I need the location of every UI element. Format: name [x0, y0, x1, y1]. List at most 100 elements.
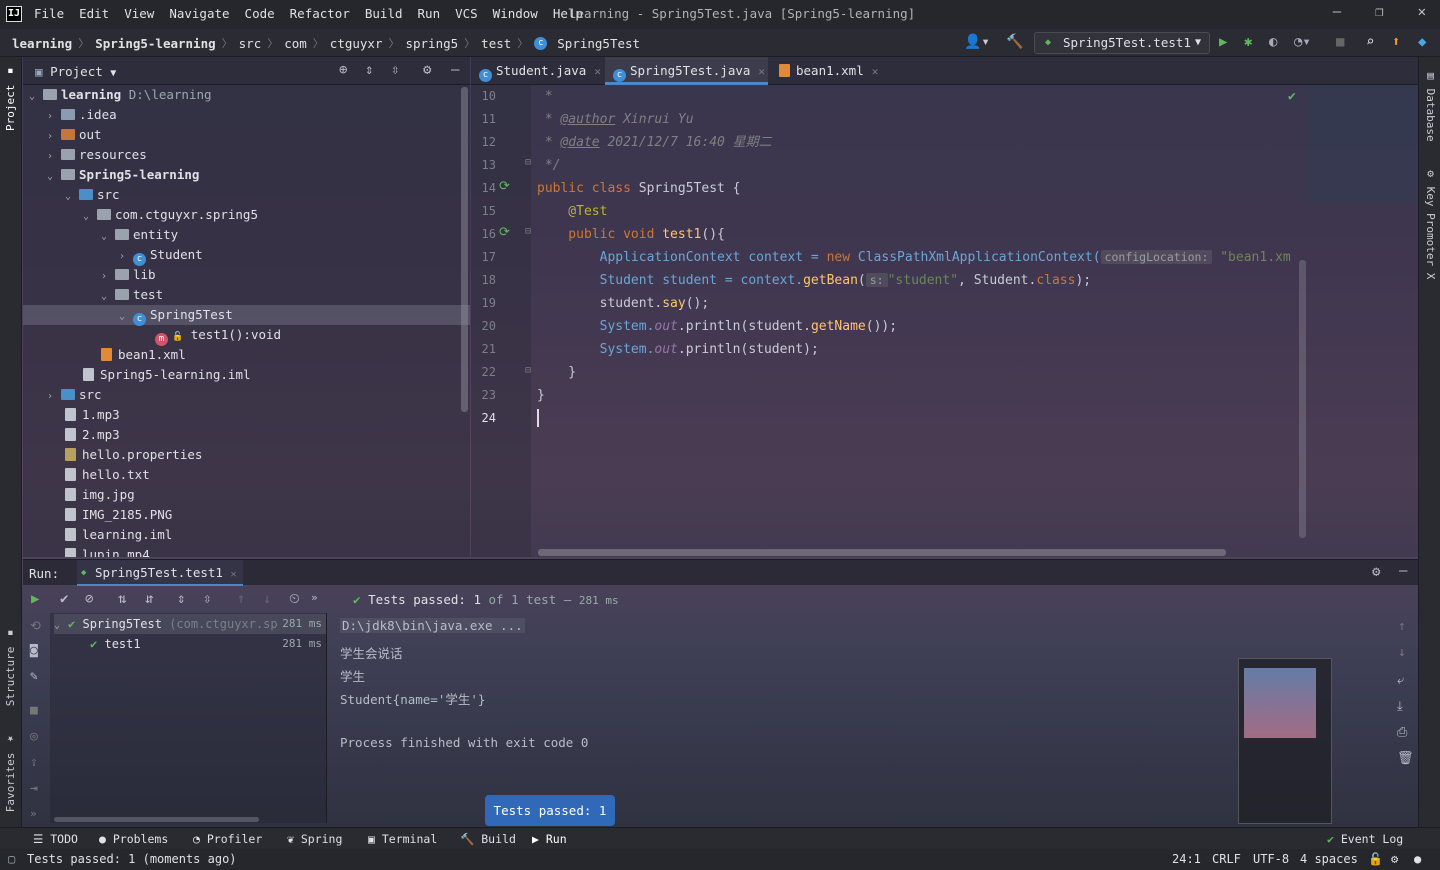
tab-student-java[interactable]: c Student.java ✕ [471, 57, 603, 85]
tree-node-module-iml[interactable]: Spring5-learning.iml [83, 365, 251, 385]
wrench-icon[interactable]: ✎ [30, 669, 38, 684]
indent-setting[interactable]: 4 spaces [1300, 852, 1358, 866]
trash-icon[interactable]: 🗑 [1397, 751, 1414, 766]
sort-alpha-icon[interactable]: ⇅ [118, 591, 126, 607]
export-icon[interactable]: ⇪ [30, 755, 38, 770]
collapse-all-icon[interactable]: ⇳ [203, 591, 211, 607]
print-icon[interactable]: ⎙ [1397, 725, 1407, 740]
show-passed-icon[interactable]: ✔ [60, 591, 68, 607]
run-icon[interactable]: ▶ [1219, 34, 1227, 50]
event-log-button[interactable]: ✔ Event Log [1327, 832, 1403, 846]
run-tool-button[interactable]: ▶ Run [532, 832, 567, 846]
editor-horizontal-scrollbar[interactable] [538, 549, 1226, 556]
key-promoter-tool-tab[interactable]: ⚙ Key Promoter X [1424, 167, 1437, 279]
caret-position[interactable]: 24:1 [1172, 852, 1201, 866]
tree-node-learning[interactable]: ⌄ learning D:\learning [29, 85, 212, 105]
menu-refactor[interactable]: Refactor [290, 6, 350, 21]
run-configuration-select[interactable]: ◆ Spring5Test.test1 ▼ [1034, 32, 1210, 54]
tree-node-test1[interactable]: m 🔓 test1():void [155, 325, 281, 346]
structure-tool-tab[interactable]: Structure ▪ [4, 627, 17, 706]
tree-node-spring5test[interactable]: ⌄ c Spring5Test [119, 305, 233, 326]
build-hammer-icon[interactable]: 🔨 [1006, 34, 1023, 50]
profiler-tool-button[interactable]: ◔ Profiler [193, 832, 262, 846]
menu-window[interactable]: Window [493, 6, 538, 21]
favorites-tool-tab[interactable]: Favorites ★ [4, 733, 17, 812]
coverage-icon[interactable]: ◐ [1269, 34, 1277, 50]
close-icon[interactable]: ✕ [230, 569, 236, 580]
stop-icon[interactable]: ■ [30, 703, 38, 718]
tree-node-2-mp3[interactable]: 2.mp3 [65, 425, 120, 445]
search-icon[interactable]: ⌕ [1366, 34, 1374, 50]
hide-icon[interactable]: — [451, 62, 459, 78]
spring-tool-button[interactable]: ❦ Spring [287, 832, 342, 846]
gear-icon[interactable]: ⚙ [1372, 564, 1380, 580]
tree-node-src-root[interactable]: › src [47, 385, 102, 405]
tree-node-idea[interactable]: › .idea [47, 105, 117, 125]
tree-node-lupin-mp4[interactable]: lupin.mp4 [65, 545, 150, 557]
debug-icon[interactable]: ✱ [1244, 34, 1252, 50]
history-icon[interactable]: ⏲ [289, 591, 300, 607]
project-view-selector[interactable]: ▣ Project ▼ [35, 64, 116, 79]
vcs-user-icon[interactable]: 👤▾ [964, 34, 990, 50]
restore-icon[interactable]: ❐ [1375, 4, 1383, 20]
sort-duration-icon[interactable]: ⇵ [145, 591, 153, 607]
memory-indicator-icon[interactable]: ⚙ [1391, 852, 1398, 866]
breadcrumb-spring5-learning[interactable]: Spring5-learning [95, 36, 215, 51]
pin-icon[interactable]: ⟲ [30, 619, 41, 634]
menu-run[interactable]: Run [418, 6, 441, 21]
expand-all-icon[interactable]: ⇕ [177, 591, 185, 607]
editor-vertical-scrollbar[interactable] [1299, 260, 1306, 538]
close-icon[interactable]: ✕ [1418, 4, 1426, 20]
menu-code[interactable]: Code [245, 6, 275, 21]
tab-spring5test-java[interactable]: c Spring5Test.java ✕ [605, 57, 768, 85]
previous-failed-icon[interactable]: ↑ [237, 591, 245, 607]
test-tree-scrollbar[interactable] [54, 817, 259, 822]
project-tool-tab[interactable]: Project ▪ [4, 65, 17, 131]
line-separator[interactable]: CRLF [1212, 852, 1241, 866]
run-tab[interactable]: ◆ Spring5Test.test1 ✕ [77, 560, 243, 586]
close-icon[interactable]: ✕ [872, 65, 879, 78]
breadcrumb-ctguyxr[interactable]: ctguyxr [330, 36, 383, 51]
soft-wrap-icon[interactable]: ⤶ [1397, 673, 1404, 688]
file-encoding[interactable]: UTF-8 [1253, 852, 1289, 866]
show-ignored-icon[interactable]: ⊘ [85, 591, 93, 607]
tree-node-resources[interactable]: › resources [47, 145, 147, 165]
exit-icon[interactable]: ⇥ [30, 781, 38, 796]
scroll-to-end-icon[interactable]: ⤓ [1397, 699, 1403, 714]
tab-bean1-xml[interactable]: bean1.xml ✕ [771, 57, 881, 85]
breadcrumb-test[interactable]: test [481, 36, 511, 51]
profile-icon[interactable]: ◔▾ [1294, 34, 1311, 50]
status-toggle-icon[interactable]: ▢ [8, 852, 15, 866]
run-test-icon[interactable]: ⟳ [499, 225, 510, 240]
tree-node-package[interactable]: ⌄ com.ctguyxr.spring5 [83, 205, 258, 225]
expand-all-icon[interactable]: ⇕ [365, 62, 373, 78]
tree-node-bean1-xml[interactable]: bean1.xml [101, 345, 186, 365]
test-suite-row[interactable]: ⌄ ✔ Spring5Test (com.ctguyxr.sp 281 ms [54, 614, 326, 634]
tree-node-hello-properties[interactable]: hello.properties [65, 445, 202, 465]
dump-threads-icon[interactable]: ◎ [30, 729, 38, 744]
update-icon[interactable]: ⬆ [1392, 34, 1400, 50]
menu-build[interactable]: Build [365, 6, 403, 21]
menu-edit[interactable]: Edit [79, 6, 109, 21]
tree-node-img-png[interactable]: IMG_2185.PNG [65, 505, 172, 525]
project-tree-scrollbar[interactable] [461, 87, 468, 412]
close-icon[interactable]: ✕ [594, 65, 601, 78]
tree-node-student[interactable]: › c Student [119, 245, 203, 266]
tree-node-lib[interactable]: › lib [101, 265, 156, 285]
todo-tool-button[interactable]: ☰ TODO [33, 832, 78, 846]
tree-node-spring5-learning[interactable]: ⌄ Spring5-learning [47, 165, 199, 185]
collapse-all-icon[interactable]: ⇳ [391, 62, 399, 78]
breadcrumb-com[interactable]: com [284, 36, 307, 51]
tree-node-test[interactable]: ⌄ test [101, 285, 163, 305]
more-icon[interactable]: » [30, 807, 37, 820]
build-tool-button[interactable]: 🔨 Build [460, 832, 516, 846]
code-editor[interactable]: * * @author Xinrui Yu * @date 2021/12/7 … [531, 85, 1418, 557]
menu-view[interactable]: View [124, 6, 154, 21]
stop-icon[interactable]: ■ [1336, 34, 1344, 50]
close-icon[interactable]: ✕ [758, 65, 765, 78]
status-message[interactable]: Tests passed: 1 (moments ago) [27, 852, 237, 866]
tree-node-entity[interactable]: ⌄ entity [101, 225, 178, 245]
toolbox-icon[interactable]: ◆ [1418, 34, 1426, 50]
terminal-tool-button[interactable]: ▣ Terminal [368, 832, 437, 846]
tree-node-src[interactable]: ⌄ src [65, 185, 120, 205]
